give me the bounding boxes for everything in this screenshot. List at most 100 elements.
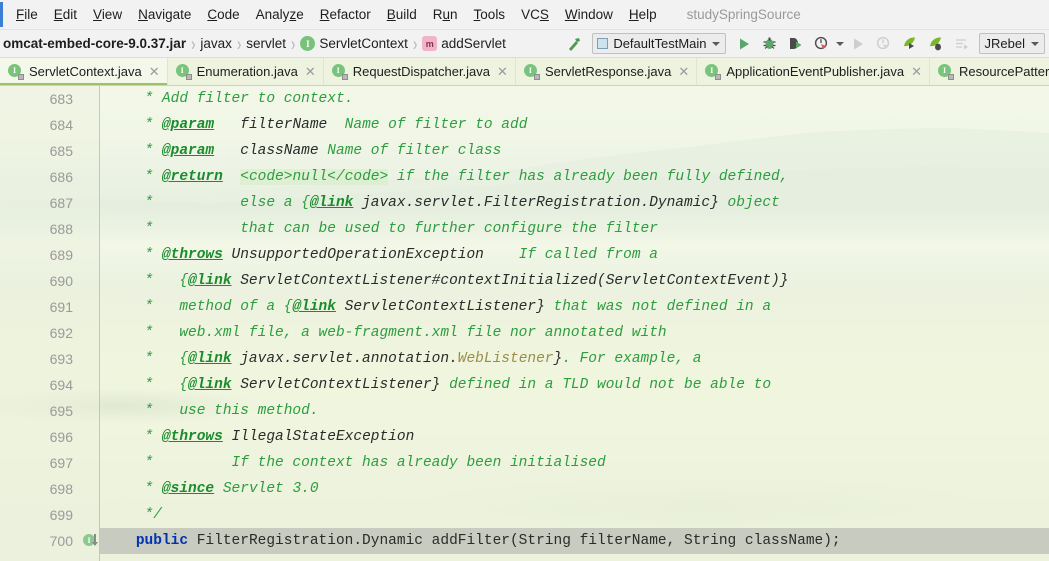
code-segment-cm: * (101, 429, 162, 445)
code-line[interactable]: 685 * @param className Name of filter cl… (0, 138, 1049, 164)
code-segment-cm: * If the context has already been initia… (101, 455, 606, 471)
line-number: 700 (49, 533, 73, 549)
code-line[interactable]: 699 */ (0, 502, 1049, 528)
code-text: * method of a {@link ServletContextListe… (100, 299, 772, 315)
code-segment-cm: If called from a (483, 247, 658, 263)
editor-tab-label: RequestDispatcher.java (352, 64, 491, 79)
code-line[interactable]: 700 I public FilterRegistration.Dynamic a… (0, 528, 1049, 554)
code-line[interactable]: 684 * @param filterName Name of filter t… (0, 112, 1049, 138)
breadcrumb-separator: › (191, 32, 196, 55)
code-line[interactable]: 701 (0, 554, 1049, 561)
code-line[interactable]: 698 * @since Servlet 3.0 (0, 476, 1049, 502)
code-segment-tag: @link (309, 195, 354, 211)
code-segment-ref: ServletContextListener} (231, 377, 441, 393)
code-line[interactable]: 689 * @throws UnsupportedOperationExcept… (0, 242, 1049, 268)
breadcrumb-item-servletcontext[interactable]: I ServletContext (297, 35, 411, 52)
menu-item-analyze[interactable]: Analyze (248, 4, 312, 25)
breadcrumb-item-servlet[interactable]: servlet (243, 35, 289, 52)
code-segment-cm: * { (101, 273, 189, 289)
editor-tab-label: Enumeration.java (196, 64, 298, 79)
close-icon[interactable]: ✕ (149, 65, 160, 78)
code-segment-ref: className (214, 143, 328, 159)
menu-item-refactor[interactable]: Refactor (312, 4, 379, 25)
menu-item-vcs[interactable]: VCS (513, 4, 557, 25)
code-text: * @param filterName Name of filter to ad… (100, 117, 528, 133)
breadcrumb-item-addservlet[interactable]: m addServlet (419, 35, 509, 52)
editor-tab-bar: I ServletContext.java ✕ I Enumeration.java ✕ I… (0, 58, 1049, 86)
breadcrumb-item-omcat-embed-core-9-0-37-jar[interactable]: omcat-embed-core-9.0.37.jar (0, 35, 189, 52)
menu-item-view[interactable]: View (85, 4, 130, 25)
close-icon[interactable]: ✕ (497, 65, 508, 78)
jrebel-label: JRebel (984, 36, 1025, 51)
close-icon[interactable]: ✕ (911, 65, 922, 78)
editor-tab-enumeration-java[interactable]: I Enumeration.java ✕ (167, 58, 324, 85)
main-toolbar: DefaultTestMain JRebel (562, 33, 1045, 55)
code-line[interactable]: 688 * that can be used to further config… (0, 216, 1049, 242)
run-icon[interactable] (732, 33, 756, 55)
menu-item-build[interactable]: Build (379, 4, 425, 25)
close-icon[interactable]: ✕ (305, 65, 316, 78)
code-line[interactable]: 696 * @throws IllegalStateException (0, 424, 1049, 450)
jrebel-list-dim-icon (950, 33, 974, 55)
jrebel-selector[interactable]: JRebel (978, 33, 1045, 54)
line-number: 684 (49, 117, 73, 133)
code-segment-cm: * method of a { (101, 299, 293, 315)
breadcrumb-separator: › (291, 32, 296, 55)
menu-item-window[interactable]: Window (557, 4, 621, 25)
hammer-build-icon[interactable] (562, 33, 586, 55)
code-line[interactable]: 690 * {@link ServletContextListener#cont… (0, 268, 1049, 294)
gutter-icon-slot: I (82, 533, 100, 549)
menu-items: File Edit View Navigate Code Analyze Refactor B… (8, 4, 665, 25)
menu-item-run[interactable]: Run (425, 4, 466, 25)
code-segment-ref: UnsupportedOperationException (222, 247, 484, 263)
code-line[interactable]: 693 * {@link javax.servlet.annotation.We… (0, 346, 1049, 372)
menu-item-tools[interactable]: Tools (466, 4, 514, 25)
editor-tab-servletresponse-java[interactable]: I ServletResponse.java ✕ (515, 58, 698, 85)
editor-tab-servletcontext-java[interactable]: I ServletContext.java ✕ (0, 58, 168, 85)
code-segment-cm (223, 169, 240, 185)
menu-item-edit[interactable]: Edit (46, 4, 85, 25)
line-number: 696 (49, 429, 73, 445)
code-line[interactable]: 694 * {@link ServletContextListener} def… (0, 372, 1049, 398)
implemented-method-icon[interactable]: I (83, 533, 99, 549)
code-segment-cm: * (101, 143, 162, 159)
interface-icon: I (175, 63, 192, 80)
code-line[interactable]: 683 * Add filter to context. (0, 86, 1049, 112)
close-icon[interactable]: ✕ (678, 65, 689, 78)
code-line[interactable]: 687 * else a {@link javax.servlet.Filter… (0, 190, 1049, 216)
menu-item-code[interactable]: Code (199, 4, 247, 25)
menu-item-file[interactable]: File (8, 4, 46, 25)
chevron-down-icon[interactable] (711, 41, 720, 46)
code-line[interactable]: 691 * method of a {@link ServletContextL… (0, 294, 1049, 320)
jrebel-debug-icon[interactable] (924, 33, 948, 55)
debug-icon[interactable] (758, 33, 782, 55)
interface-icon: I (705, 63, 722, 80)
code-segment-cm: * { (101, 377, 189, 393)
code-line[interactable]: 697 * If the context has already been in… (0, 450, 1049, 476)
code-text: * web.xml file, a web-fragment.xml file … (100, 325, 667, 341)
code-line[interactable]: 692 * web.xml file, a web-fragment.xml f… (0, 320, 1049, 346)
editor-tab-resourcepatternresolver[interactable]: I ResourcePatternResolver (930, 58, 1049, 85)
code-segment-plain (101, 533, 136, 549)
code-segment-ref: ServletContextListener} (335, 299, 545, 315)
code-editor[interactable]: 92721831/ 683 * Add filter to context.68… (0, 86, 1049, 561)
jrebel-chevron-down-icon[interactable] (1031, 41, 1039, 46)
code-text: * If the context has already been initia… (100, 455, 606, 471)
code-line[interactable]: 695 * use this method. (0, 398, 1049, 424)
breadcrumb-label: ServletContext (319, 36, 408, 51)
menu-item-navigate[interactable]: Navigate (130, 4, 199, 25)
editor-tab-requestdispatcher-java[interactable]: I RequestDispatcher.java ✕ (323, 58, 516, 85)
editor-tab-applicationeventpublisher-java[interactable]: I ApplicationEventPublisher.java ✕ (697, 58, 930, 85)
breadcrumb-item-javax[interactable]: javax (197, 35, 235, 52)
code-line[interactable]: 686 * @return <code>null</code> if the f… (0, 164, 1049, 190)
code-segment-cm: * (101, 169, 162, 185)
run-configuration-selector[interactable]: DefaultTestMain (592, 33, 726, 54)
profile-icon[interactable] (810, 33, 834, 55)
jrebel-run-icon[interactable] (898, 33, 922, 55)
code-segment-tag: @param (161, 117, 215, 133)
line-number: 695 (49, 403, 73, 419)
run-with-coverage-icon[interactable] (784, 33, 808, 55)
code-segment-cm: * (101, 247, 162, 263)
menu-item-help[interactable]: Help (621, 4, 665, 25)
profile-chevron-down-icon[interactable] (835, 41, 844, 46)
